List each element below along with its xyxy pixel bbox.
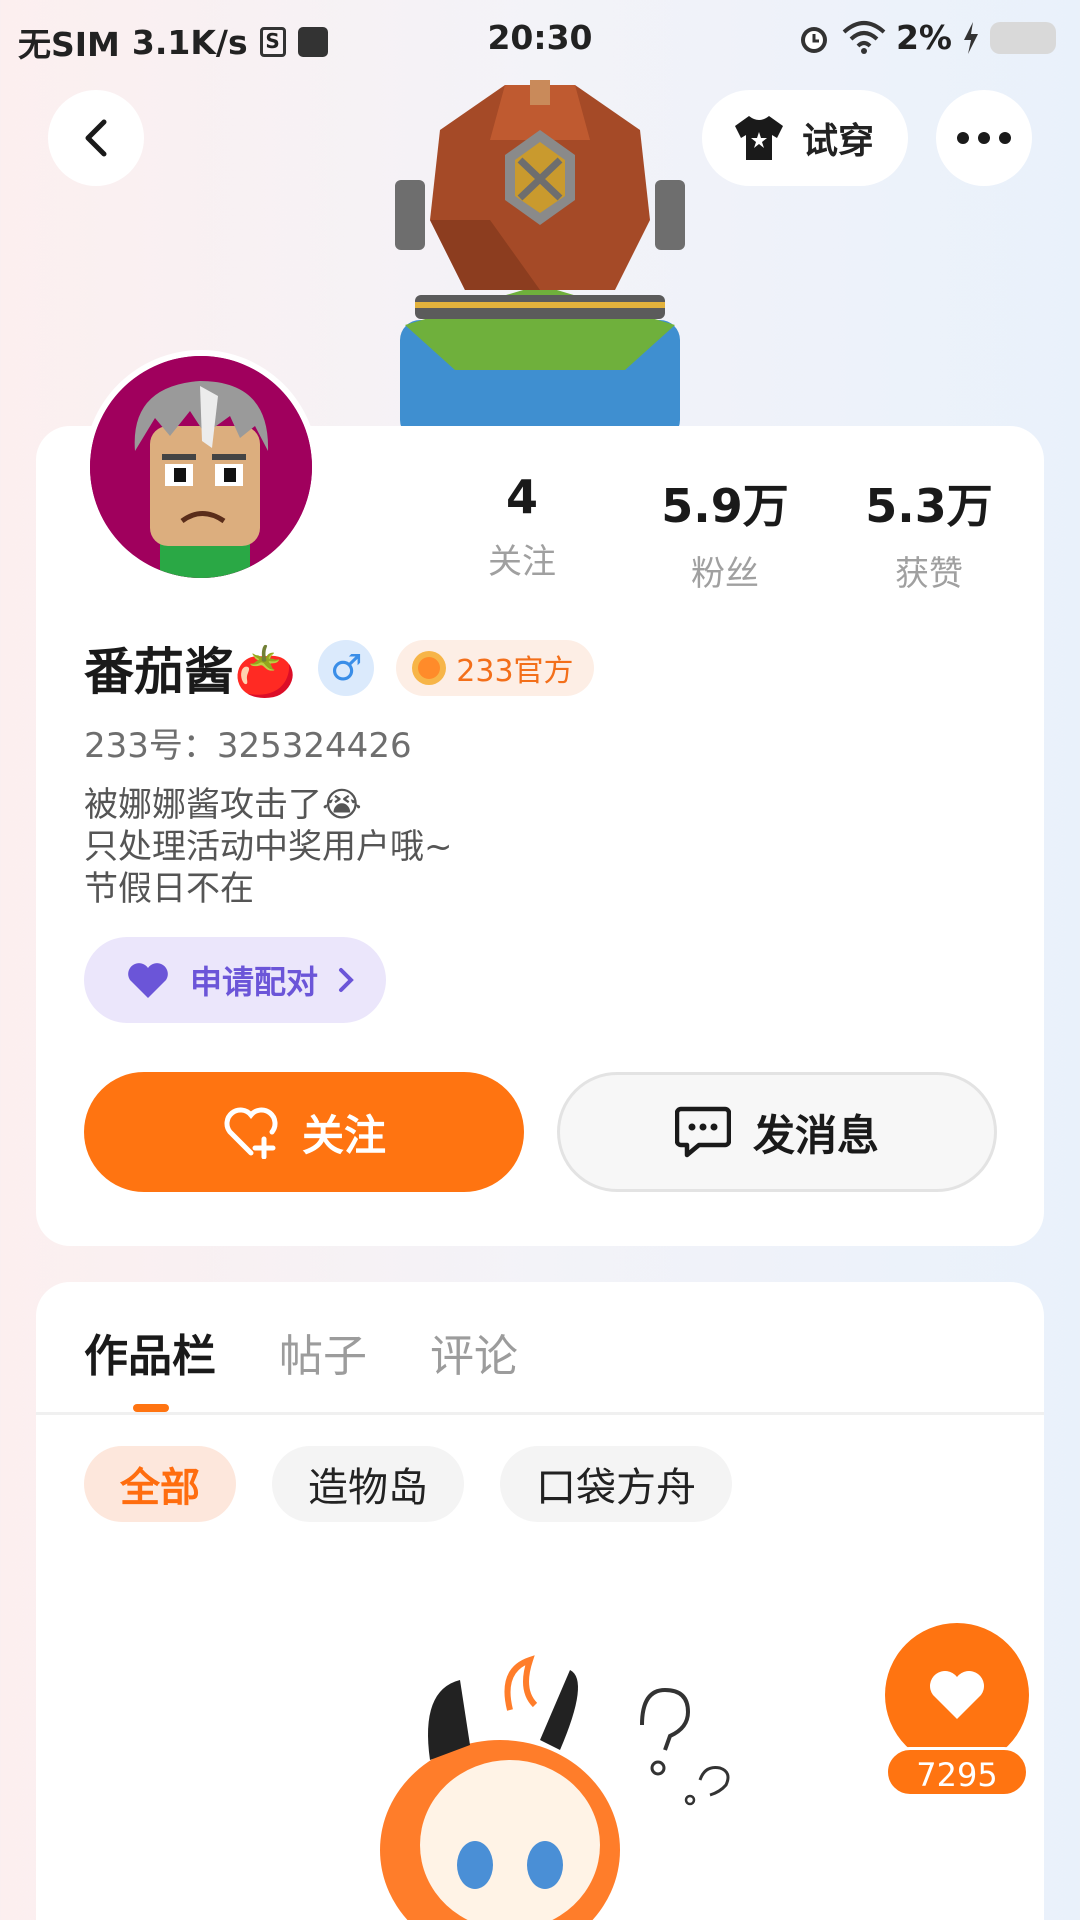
send-message-button[interactable]: 发消息 — [557, 1072, 997, 1192]
match-label: 申请配对 — [190, 963, 319, 1001]
tryon-button[interactable]: 试穿 — [702, 90, 909, 186]
message-label: 发消息 — [752, 1110, 879, 1160]
gender-male-icon: ♂ — [318, 640, 375, 696]
more-options-button[interactable] — [936, 90, 1032, 186]
stat-following[interactable]: 4 关注 — [422, 470, 622, 583]
stat-fans[interactable]: 5.9万 粉丝 — [625, 470, 825, 595]
like-count: 7295 — [885, 1747, 1029, 1797]
back-button[interactable] — [48, 90, 144, 186]
heart-purple-icon — [128, 963, 168, 998]
status-bar: 无SIM 3.1K/s S 20:30 2% — [0, 0, 1080, 76]
bio-line: 被娜娜酱攻击了😭 — [84, 785, 362, 825]
official-badge-label: 233官方 — [456, 654, 574, 689]
user-name: 番茄酱🍅 — [84, 643, 297, 701]
official-badge[interactable]: 233官方 — [396, 640, 594, 696]
likes-count: 5.3万 — [865, 479, 993, 533]
bio-line: 节假日不在 — [84, 869, 254, 909]
chevron-left-icon — [85, 119, 107, 157]
fans-label: 粉丝 — [691, 554, 759, 594]
filter-zaowudao[interactable]: 造物岛 — [272, 1446, 464, 1522]
avatar[interactable] — [84, 350, 318, 584]
more-dots-icon — [957, 132, 1011, 144]
match-request-button[interactable]: 申请配对 — [84, 937, 387, 1023]
chat-bubble-icon — [674, 1106, 731, 1158]
like-button[interactable] — [885, 1623, 1029, 1767]
avatar-character-image — [395, 80, 685, 430]
following-count: 4 — [505, 470, 538, 524]
heart-plus-icon — [224, 1107, 278, 1159]
sun-badge-icon — [412, 651, 447, 685]
alarm-icon — [800, 26, 827, 53]
filter-all[interactable]: 全部 — [84, 1446, 236, 1522]
fans-count: 5.9万 — [661, 479, 789, 533]
follow-label: 关注 — [301, 1110, 386, 1160]
empty-state-mascot-image — [380, 1655, 730, 1920]
likes-label: 获赞 — [895, 554, 963, 594]
wifi-icon — [842, 20, 886, 54]
charging-icon — [964, 21, 978, 54]
heart-icon — [930, 1671, 984, 1719]
user-bio: 被娜娜酱攻击了😭 只处理活动中奖用户哦~ 节假日不在 — [84, 784, 453, 910]
filter-chips: 全部 造物岛 口袋方舟 — [84, 1446, 732, 1522]
bio-line: 只处理活动中奖用户哦~ — [84, 827, 453, 867]
tab-posts[interactable]: 帖子 — [279, 1320, 367, 1384]
follow-button[interactable]: 关注 — [84, 1072, 524, 1192]
battery-percent: 2% — [895, 18, 952, 57]
pixel-avatar-image — [90, 356, 312, 578]
battery-icon — [990, 21, 1056, 54]
stat-likes[interactable]: 5.3万 获赞 — [829, 470, 1029, 595]
tabs-divider — [36, 1412, 1044, 1415]
user-id: 233号：325324426 — [84, 726, 412, 766]
following-label: 关注 — [488, 542, 556, 582]
tshirt-icon — [735, 116, 783, 160]
filter-pocket-ark[interactable]: 口袋方舟 — [500, 1446, 732, 1522]
tryon-label: 试穿 — [802, 121, 875, 162]
name-row: 番茄酱🍅 ♂ 233官方 — [84, 632, 594, 704]
chevron-right-icon — [339, 968, 354, 992]
active-tab-indicator — [133, 1404, 169, 1412]
tab-comments[interactable]: 评论 — [430, 1320, 518, 1384]
tab-works[interactable]: 作品栏 — [84, 1320, 216, 1384]
